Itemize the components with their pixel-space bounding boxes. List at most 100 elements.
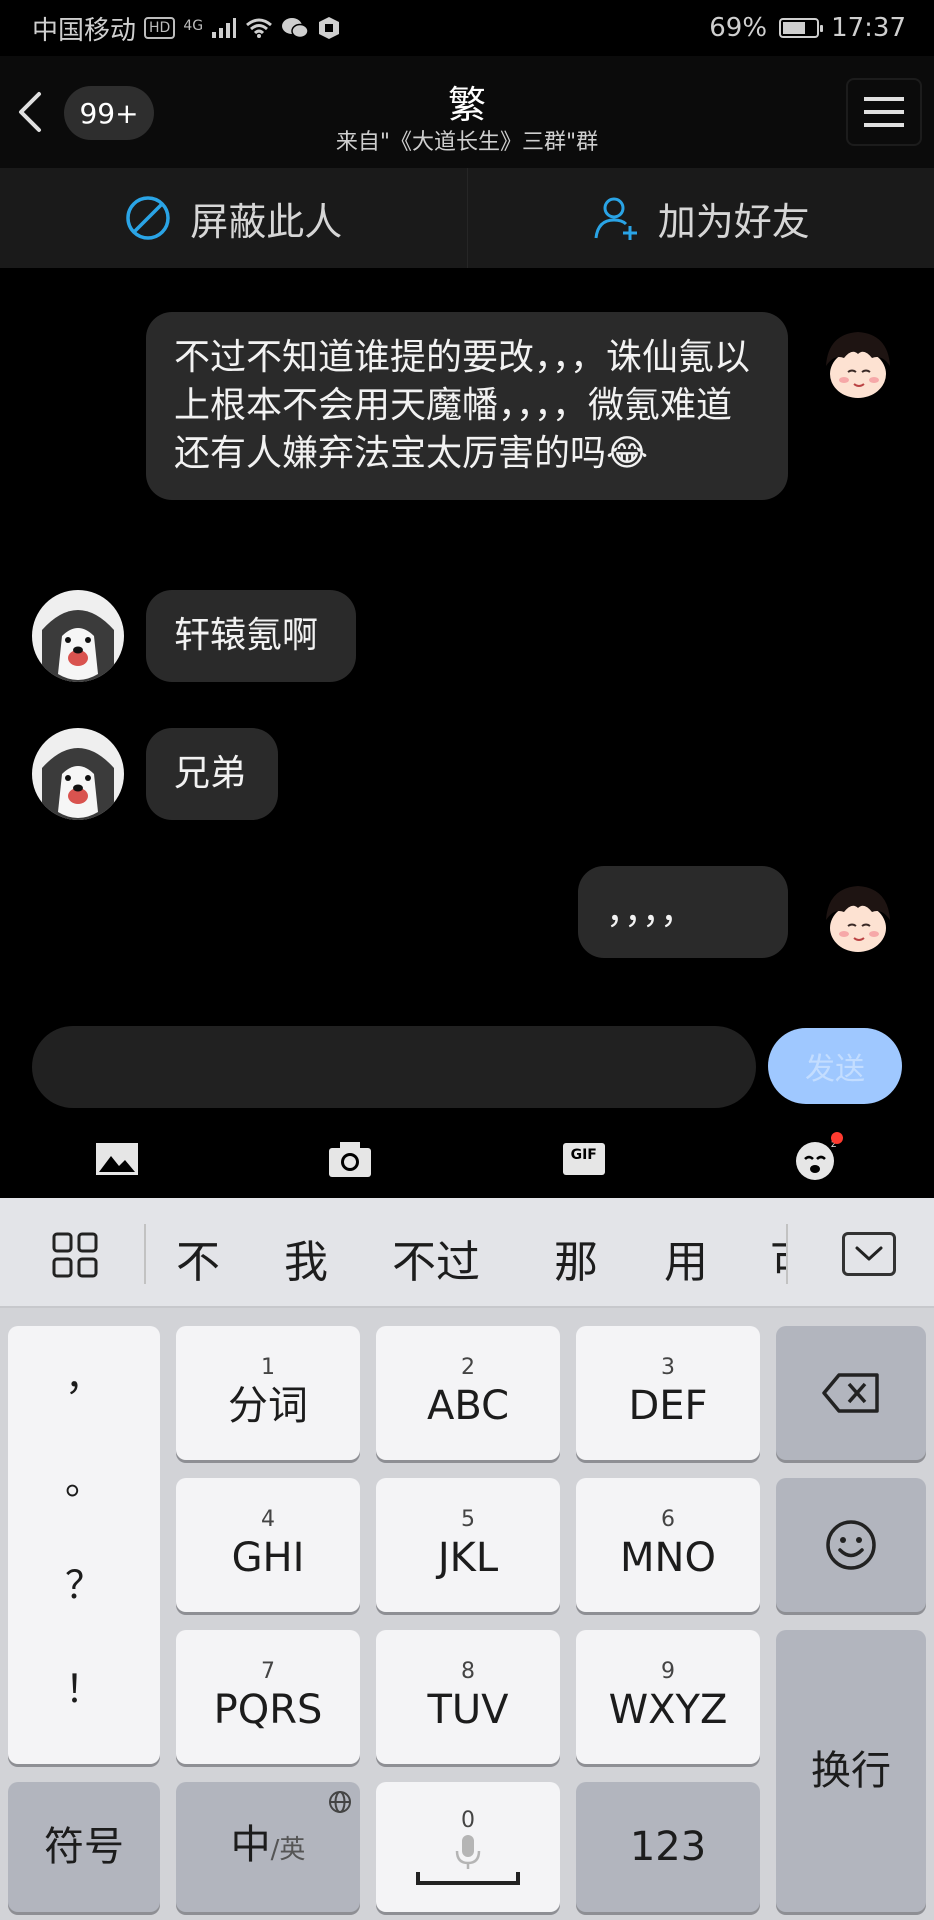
key-6-mno[interactable]: 6 MNO [576,1478,760,1612]
punctuation-key[interactable]: 。 [8,1450,160,1505]
message-input[interactable] [32,1026,756,1108]
key-label: TUV [427,1687,509,1733]
punctuation-key[interactable]: ， [8,1346,160,1401]
key-2-abc[interactable]: 2 ABC [376,1326,560,1460]
key-4-ghi[interactable]: 4 GHI [176,1478,360,1612]
symbol-key[interactable]: 符号 [8,1782,160,1912]
key-8-tuv[interactable]: 8 TUV [376,1630,560,1764]
candidate-item[interactable]: 我 [284,1226,328,1290]
clock: 17:37 [831,13,906,43]
candidate-item[interactable]: 不 [176,1226,220,1290]
symbol-key-label: 符号 [44,1824,124,1870]
punctuation-key[interactable]: ？ [8,1554,160,1609]
key-label: ABC [426,1383,510,1429]
collapse-keyboard-button[interactable] [842,1232,896,1276]
app-notification-icon [319,17,340,39]
key-9-wxyz[interactable]: 9 WXYZ [576,1630,760,1764]
backspace-key[interactable] [776,1326,926,1460]
key-number: 9 [661,1659,675,1684]
key-label: JKL [437,1535,499,1581]
wifi-icon [246,18,273,38]
add-friend-icon [594,197,637,240]
key-number: 6 [661,1507,675,1532]
signal-icon [212,18,237,38]
key-label: DEF [628,1383,708,1429]
candidate-divider [144,1224,146,1284]
grid-menu-icon[interactable] [52,1232,98,1278]
ime-keyboard: 不 我 不过 那 用 可 ， 。 ？ ！ 1 分词 2 ABC 3 DEF 4 … [0,1198,934,1920]
space-key[interactable]: 0 [376,1782,560,1912]
key-number: 1 [261,1355,275,1380]
notification-dot [831,1132,844,1144]
key-label: WXYZ [608,1687,728,1733]
self-avatar[interactable] [812,314,904,406]
language-alt: /英 [270,1834,306,1865]
image-icon [95,1143,138,1175]
key-1-segment[interactable]: 1 分词 [176,1326,360,1460]
wechat-icon [282,18,309,39]
key-number: 4 [261,1507,275,1532]
sticker-button[interactable]: z [787,1132,847,1184]
language-label: 中/英 [231,1820,306,1875]
message-text: ，，，， [606,891,697,932]
language-switch-key[interactable]: 中/英 [176,1782,360,1912]
smiley-icon [826,1520,876,1570]
page-title: 繁 [447,83,486,127]
chevron-down-icon [855,1246,883,1261]
enter-key[interactable]: 换行 [776,1630,926,1912]
message-text: 兄弟 [174,753,247,794]
candidate-item[interactable]: 用 [664,1226,708,1290]
camera-button[interactable] [320,1134,380,1184]
send-button[interactable]: 发送 [768,1028,902,1104]
candidate-item[interactable]: 不过 [392,1226,480,1290]
message-bubble-incoming[interactable]: 兄弟 [146,728,278,820]
add-friend-label: 加为好友 [657,199,810,244]
battery-percent: 69% [709,13,768,43]
block-user-label: 屏蔽此人 [190,199,343,244]
space-bar-icon [416,1872,520,1885]
contact-avatar[interactable] [32,590,124,682]
self-avatar[interactable] [812,868,904,960]
key-7-pqrs[interactable]: 7 PQRS [176,1630,360,1764]
number-mode-key[interactable]: 123 [576,1782,760,1912]
key-number: 5 [461,1507,475,1532]
network-type: 4G [183,17,204,34]
key-number: 7 [261,1659,275,1684]
block-icon [126,196,170,240]
candidate-divider [786,1224,788,1284]
message-bubble-incoming[interactable]: 轩辕氪啊 [146,590,356,682]
punctuation-key[interactable]: ！ [8,1658,160,1713]
message-bubble-outgoing[interactable]: 不过不知道谁提的要改，，，诛仙氪以上根本不会用天魔幡，，，，微氪难道还有人嫌弃法… [146,312,788,500]
add-friend-button[interactable]: 加为好友 [466,168,934,268]
message-text: 轩辕氪啊 [174,615,319,656]
menu-button[interactable] [846,78,922,146]
key-number: 0 [461,1808,475,1833]
message-bubble-outgoing[interactable]: ，，，， [578,866,788,958]
key-number: 3 [661,1355,675,1380]
key-label: MNO [620,1535,716,1581]
contact-avatar[interactable] [32,728,124,820]
microphone-icon [455,1835,481,1869]
composer-toolbar: GIF z [0,1120,934,1198]
emoji-key[interactable] [776,1478,926,1612]
chat-header: 99+ 繁 来自"《大道长生》三群"群 [0,56,934,168]
enter-key-label: 换行 [811,1748,891,1794]
key-label: PQRS [213,1687,323,1733]
hd-badge: HD [144,17,176,39]
gif-label: GIF [570,1147,597,1163]
page-subtitle: 来自"《大道长生》三群"群 [335,130,599,155]
profile-action-bar: 屏蔽此人 加为好友 [0,168,934,268]
language-main: 中 [230,1821,271,1868]
globe-icon [329,1791,351,1813]
key-5-jkl[interactable]: 5 JKL [376,1478,560,1612]
candidate-bar: 不 我 不过 那 用 可 [0,1198,934,1308]
key-number: 2 [461,1355,475,1380]
image-button[interactable] [87,1134,147,1184]
battery-icon [779,18,824,38]
block-user-button[interactable]: 屏蔽此人 [0,168,467,268]
gif-button[interactable]: GIF [554,1134,614,1184]
punctuation-column: ， 。 ？ ！ [8,1326,160,1764]
key-3-def[interactable]: 3 DEF [576,1326,760,1460]
message-text: 不过不知道谁提的要改，，，诛仙氪以上根本不会用天魔幡，，，，微氪难道还有人嫌弃法… [174,337,751,474]
candidate-item[interactable]: 那 [554,1226,598,1290]
